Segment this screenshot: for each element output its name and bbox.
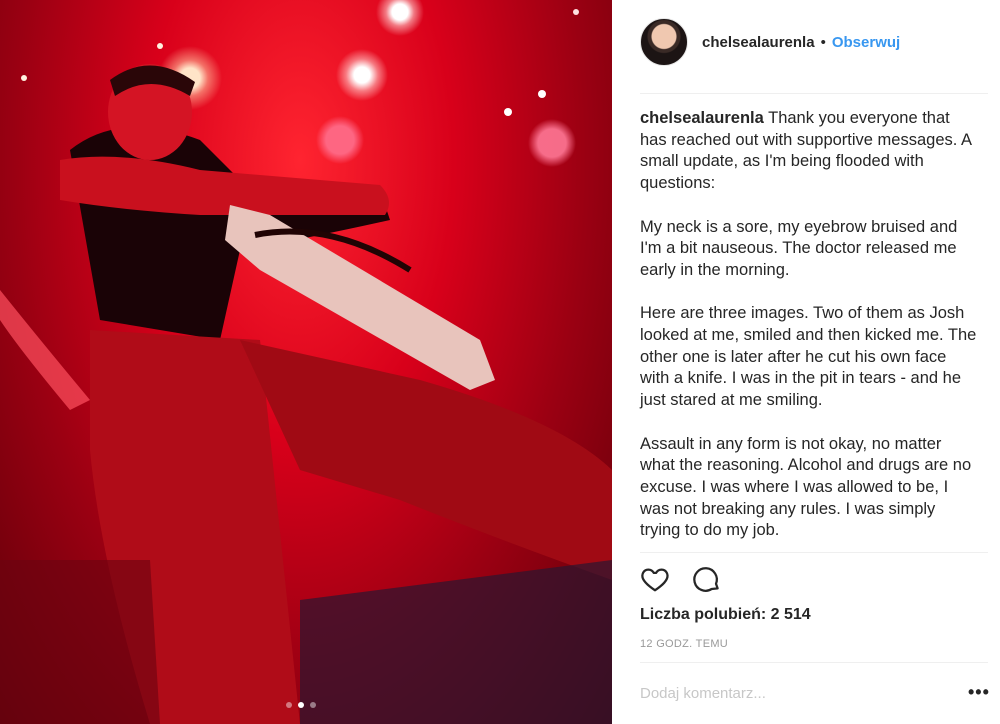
caption-text: Thank you everyone that has reached out … <box>640 109 977 540</box>
post-header: chelsealaurenla • Obserwuj <box>640 18 900 66</box>
post-sidebar: chelsealaurenla • Obserwuj chelsealauren… <box>612 0 1000 724</box>
heart-icon[interactable] <box>640 564 670 599</box>
comment-divider <box>640 662 988 663</box>
post-timestamp[interactable]: 12 GODZ. TEMU <box>640 638 728 650</box>
carousel-indicator <box>286 702 316 708</box>
comment-input[interactable]: Dodaj komentarz... <box>640 685 940 702</box>
post-photo[interactable] <box>0 0 612 724</box>
follow-button[interactable]: Obserwuj <box>832 34 900 51</box>
header-separator: • <box>820 33 826 51</box>
post-caption: chelsealaurenla Thank you everyone that … <box>640 108 980 542</box>
avatar[interactable] <box>640 18 688 66</box>
comment-icon[interactable] <box>692 564 722 599</box>
concert-photo-illustration <box>0 9 612 724</box>
likes-count[interactable]: Liczba polubień: 2 514 <box>640 606 811 624</box>
header-divider <box>640 93 988 94</box>
carousel-dot[interactable] <box>310 702 316 708</box>
carousel-dot-active[interactable] <box>298 702 304 708</box>
caption-divider <box>640 552 988 553</box>
post-actions <box>640 564 722 599</box>
caption-username[interactable]: chelsealaurenla <box>640 109 764 127</box>
carousel-dot[interactable] <box>286 702 292 708</box>
header-username[interactable]: chelsealaurenla <box>702 34 815 51</box>
more-options-button[interactable]: ••• <box>968 682 990 703</box>
